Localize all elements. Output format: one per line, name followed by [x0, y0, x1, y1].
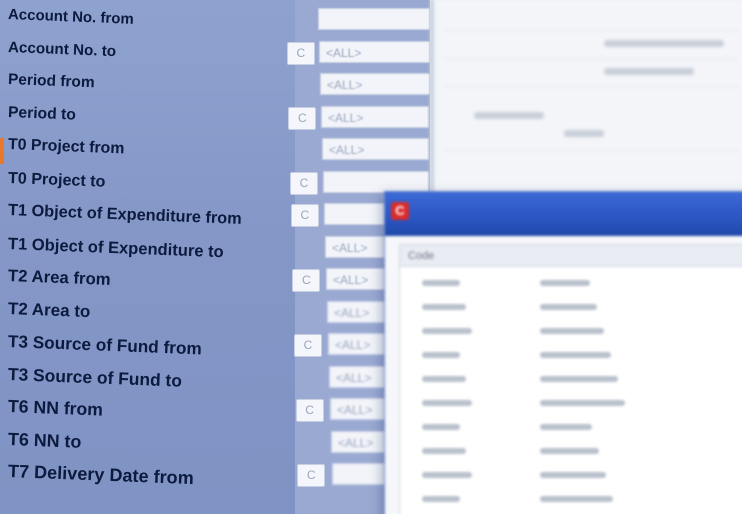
- bg-text-blob: [474, 112, 544, 119]
- parameter-field[interactable]: <ALL>: [319, 40, 430, 63]
- grid-row[interactable]: [400, 391, 742, 415]
- parameter-field[interactable]: <ALL>: [320, 73, 430, 95]
- grid-cell-code: [422, 424, 460, 430]
- lookup-button[interactable]: C: [297, 464, 326, 487]
- grid-cell-code: [422, 352, 460, 358]
- grid-row[interactable]: [400, 319, 742, 343]
- grid-cell-description: [540, 448, 599, 454]
- lookup-button[interactable]: C: [288, 106, 317, 130]
- grid-cell-description: [540, 352, 611, 358]
- grid-cell-code: [422, 328, 472, 334]
- grid-cell-code: [422, 280, 460, 286]
- focus-indicator: [0, 138, 4, 164]
- grid-cell-description: [540, 400, 625, 406]
- app-icon: C: [391, 202, 409, 220]
- lookup-grid[interactable]: Code: [399, 244, 742, 514]
- bg-text-blob: [604, 68, 694, 75]
- grid-cell-description: [540, 280, 590, 286]
- lookup-button[interactable]: C: [295, 399, 324, 422]
- bg-row: [442, 58, 738, 59]
- parameter-label: Period to: [7, 103, 77, 124]
- grid-row[interactable]: [400, 367, 742, 391]
- lookup-button[interactable]: C: [290, 204, 319, 227]
- grid-cell-code: [422, 472, 472, 478]
- grid-cell-description: [540, 496, 613, 502]
- bg-text-blob: [604, 40, 724, 47]
- grid-row[interactable]: [400, 343, 742, 367]
- lookup-dialog[interactable]: C Code: [384, 191, 742, 514]
- grid-cell-description: [540, 328, 604, 334]
- parameter-field[interactable]: <ALL>: [322, 138, 430, 160]
- column-header-code[interactable]: Code: [400, 245, 520, 267]
- bg-row: [442, 150, 738, 151]
- screen: Account No. from Account No. to <ALL> C Peri…: [0, 0, 742, 514]
- grid-cell-code: [422, 400, 472, 406]
- grid-cell-description: [540, 424, 592, 430]
- grid-row[interactable]: [400, 415, 742, 439]
- parameter-field[interactable]: [318, 8, 430, 30]
- grid-cell-code: [422, 304, 466, 310]
- bg-text-blob: [564, 130, 604, 137]
- lookup-button[interactable]: C: [286, 41, 315, 65]
- grid-cell-code: [422, 376, 466, 382]
- grid-row[interactable]: [400, 295, 742, 319]
- parameter-field[interactable]: <ALL>: [321, 105, 430, 128]
- grid-cell-code: [422, 448, 466, 454]
- parameter-label: T0 Project to: [7, 168, 106, 191]
- grid-cell-description: [540, 376, 618, 382]
- grid-cell-description: [540, 472, 606, 478]
- grid-cell-code: [422, 496, 460, 502]
- lookup-button[interactable]: C: [294, 334, 322, 357]
- column-header-description[interactable]: [520, 245, 742, 267]
- lookup-button[interactable]: C: [292, 269, 321, 292]
- bg-row: [442, 86, 738, 87]
- parameter-label: T2 Area from: [7, 266, 112, 289]
- lookup-button[interactable]: C: [290, 171, 318, 195]
- grid-row[interactable]: [400, 463, 742, 487]
- parameter-label: T6 NN to: [7, 428, 82, 452]
- grid-row[interactable]: [400, 487, 742, 511]
- parameter-label: T6 NN from: [7, 396, 104, 420]
- grid-row[interactable]: [400, 271, 742, 295]
- parameter-label: T2 Area to: [7, 298, 91, 321]
- parameter-label: Account No. to: [7, 38, 117, 60]
- bg-row: [442, 30, 738, 31]
- parameter-field[interactable]: [323, 170, 429, 193]
- parameter-label: Period from: [7, 71, 95, 92]
- grid-cell-description: [540, 304, 597, 310]
- dialog-titlebar[interactable]: C: [385, 192, 742, 236]
- grid-row[interactable]: [400, 439, 742, 463]
